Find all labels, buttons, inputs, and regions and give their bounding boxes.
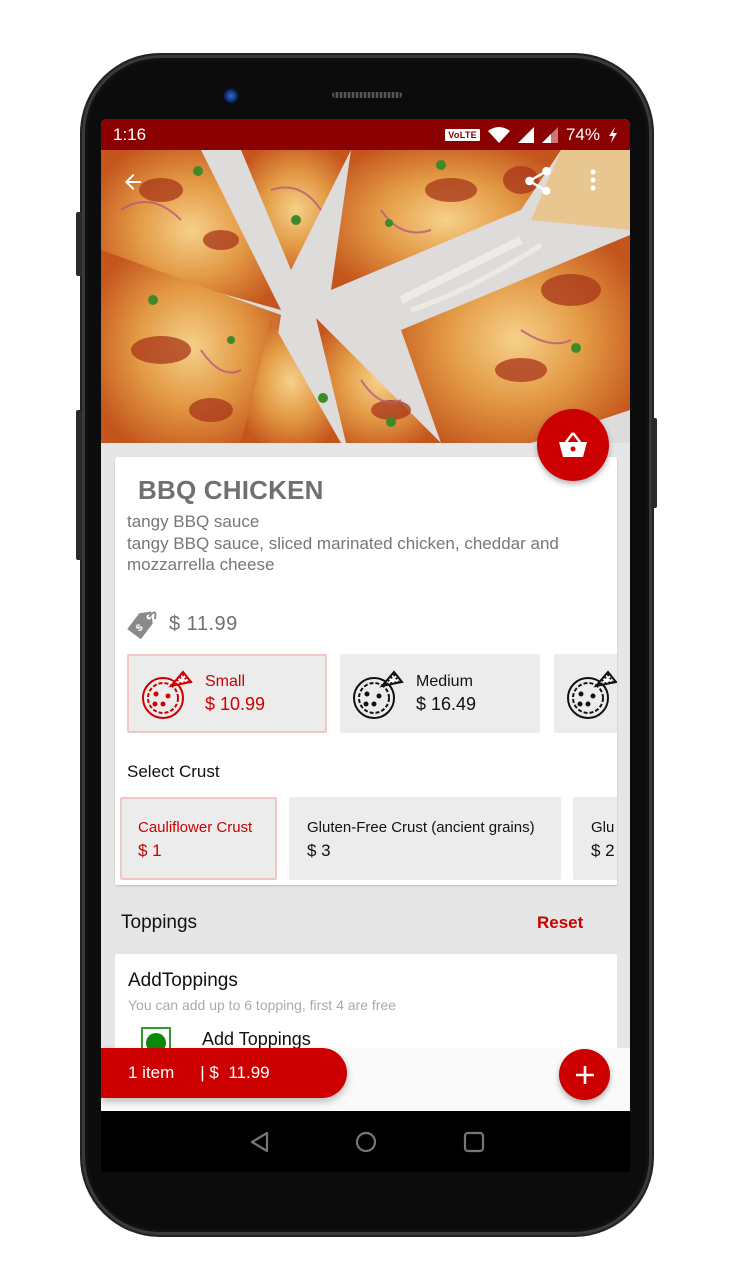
product-description: tangy BBQ sauce, sliced marinated chicke… xyxy=(127,534,559,574)
back-button[interactable] xyxy=(121,170,155,204)
volte-icon: VoLTE xyxy=(445,128,480,141)
power-button xyxy=(651,418,657,508)
app-screen: 1:16 VoLTE 74% BBQ CHICKEN tangy BBQ sau… xyxy=(101,119,630,1172)
product-subtitle: tangy BBQ sauce xyxy=(127,512,260,531)
pizza-icon xyxy=(353,669,404,719)
pizza-icon xyxy=(567,669,617,719)
crust-option-cauliflower[interactable]: Cauliflower Crust $ 1 xyxy=(120,797,277,880)
status-bar: 1:16 VoLTE 74% xyxy=(101,119,630,150)
crust-label: Gluten-Free Crust (ancient grains) xyxy=(307,819,535,836)
volume-button xyxy=(76,212,82,276)
size-selector: Small $ 10.99 Medium $ 16.49 xyxy=(127,654,617,734)
crust-heading: Select Crust xyxy=(127,762,220,781)
size-price: $ 16.49 xyxy=(416,693,477,714)
nav-back-icon xyxy=(250,1131,269,1153)
cart-summary-button[interactable]: 1 item | $ 11.99 xyxy=(101,1048,347,1098)
add-to-cart-button[interactable] xyxy=(559,1049,610,1100)
size-label: Medium xyxy=(416,672,473,690)
earpiece-speaker xyxy=(332,92,402,98)
cart-button[interactable] xyxy=(537,409,609,481)
price-tag-icon: $ xyxy=(127,611,157,639)
crust-label: Cauliflower Crust xyxy=(138,819,253,836)
nav-home-button[interactable] xyxy=(353,1129,379,1155)
status-time: 1:16 xyxy=(113,124,147,144)
nav-back-button[interactable] xyxy=(247,1129,273,1155)
basket-icon xyxy=(559,432,587,457)
wifi-icon xyxy=(487,126,510,143)
toppings-heading: Toppings xyxy=(121,912,198,933)
side-button xyxy=(76,410,82,560)
add-toppings-label: Add Toppings xyxy=(202,1029,311,1049)
signal-icon xyxy=(517,126,534,143)
battery-level: 74% xyxy=(565,124,600,144)
share-icon xyxy=(525,166,551,196)
crust-price: $ 1 xyxy=(138,841,162,860)
product-title: BBQ CHICKEN xyxy=(138,475,324,505)
crust-option-gluten-free[interactable]: Gluten-Free Crust (ancient grains) $ 3 xyxy=(289,797,561,880)
arrow-left-icon xyxy=(125,174,141,190)
crust-price: $ 2 xyxy=(591,841,615,860)
size-label: Small xyxy=(205,672,246,690)
charging-icon xyxy=(609,126,617,143)
plus-icon xyxy=(575,1065,594,1084)
product-image xyxy=(101,150,630,443)
size-price: $ 10.99 xyxy=(205,693,266,714)
system-nav-bar xyxy=(101,1111,630,1172)
cart-item-count: 1 item xyxy=(128,1063,175,1082)
size-option-large[interactable] xyxy=(554,654,617,733)
toppings-card-subtitle: You can add up to 6 topping, first 4 are… xyxy=(128,997,397,1013)
signal-weak-icon xyxy=(541,126,558,143)
nav-recents-button[interactable] xyxy=(461,1129,487,1155)
pizza-icon xyxy=(142,669,193,719)
cart-total: | $ 11.99 xyxy=(200,1063,270,1082)
more-options-button[interactable] xyxy=(589,168,611,202)
more-vertical-icon xyxy=(590,169,596,191)
base-price: $ 11.99 xyxy=(169,612,238,635)
crust-price: $ 3 xyxy=(307,841,331,860)
crust-selector: Cauliflower Crust $ 1 Gluten-Free Crust … xyxy=(120,797,617,881)
crust-label: Glu xyxy=(591,819,615,836)
nav-home-icon xyxy=(355,1131,377,1153)
crust-option-third[interactable]: Glu $ 2 xyxy=(573,797,617,880)
reset-button[interactable]: Reset xyxy=(537,913,583,933)
toppings-card-title: AddToppings xyxy=(128,970,238,991)
front-camera xyxy=(222,86,240,104)
product-card: BBQ CHICKEN tangy BBQ sauce tangy BBQ sa… xyxy=(115,457,617,885)
price-row: $ $ 11.99 xyxy=(125,609,238,639)
nav-recents-icon xyxy=(463,1131,485,1153)
share-button[interactable] xyxy=(521,164,561,204)
size-option-small[interactable]: Small $ 10.99 xyxy=(127,654,327,733)
size-option-medium[interactable]: Medium $ 16.49 xyxy=(340,654,540,733)
